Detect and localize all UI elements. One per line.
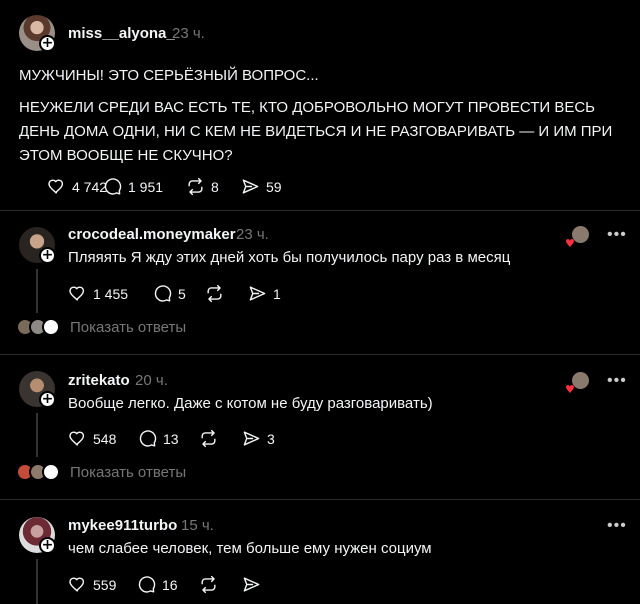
post-title: МУЖЧИНЫ! ЭТО СЕРЬЁЗНЫЙ ВОПРОС...	[19, 67, 319, 84]
repost-icon	[186, 177, 205, 196]
share-count: 3	[267, 430, 275, 447]
heart-icon	[68, 284, 87, 303]
like-button[interactable]: 1 455	[68, 284, 128, 303]
repost-button[interactable]	[199, 429, 218, 448]
thread-line	[36, 269, 38, 313]
share-count: 1	[273, 285, 281, 302]
like-count: 1 455	[93, 285, 129, 302]
show-replies-link[interactable]: Показать ответы	[70, 464, 186, 481]
divider	[0, 354, 640, 355]
divider	[0, 210, 640, 211]
like-count: 559	[93, 576, 117, 593]
avatar	[42, 318, 60, 336]
comment-text: Пляяять Я жду этих дней хоть бы получило…	[68, 249, 511, 266]
post-time: 23 ч.	[172, 25, 205, 42]
like-button[interactable]: 548	[68, 429, 116, 448]
send-icon	[242, 575, 261, 594]
reply-avatars[interactable]	[16, 463, 62, 483]
share-button[interactable]: 3	[242, 429, 275, 448]
post-body: НЕУЖЕЛИ СРЕДИ ВАС ЕСТЬ ТЕ, КТО ДОБРОВОЛЬ…	[19, 99, 613, 164]
comment-username[interactable]: zritekato	[68, 372, 130, 389]
follow-plus-icon[interactable]: +	[39, 391, 56, 408]
comment-time: 23 ч.	[236, 226, 269, 243]
comment-icon	[153, 284, 172, 303]
repost-button[interactable]: 8	[186, 177, 219, 196]
repost-icon	[199, 429, 218, 448]
post-username[interactable]: miss__alyona_	[68, 25, 175, 42]
share-button[interactable]: 1	[248, 284, 281, 303]
share-count: 59	[266, 178, 282, 195]
more-icon[interactable]: •••	[607, 372, 627, 390]
repost-icon	[205, 284, 224, 303]
repost-count: 8	[211, 178, 219, 195]
share-button[interactable]: 59	[241, 177, 282, 196]
reply-button[interactable]: 13	[138, 429, 179, 448]
thread-line	[36, 559, 38, 604]
like-count: 4 742	[72, 178, 108, 195]
repost-icon	[199, 575, 218, 594]
reply-count: 13	[163, 430, 179, 447]
reply-count: 5	[178, 285, 186, 302]
avatar	[42, 463, 60, 481]
reply-count: 1 951	[128, 178, 164, 195]
like-count: 548	[93, 430, 117, 447]
heart-icon: ♥	[565, 383, 575, 396]
like-button[interactable]: 559	[68, 575, 116, 594]
send-icon	[248, 284, 267, 303]
heart-icon	[68, 575, 87, 594]
comment-icon	[138, 429, 157, 448]
comment-icon	[103, 177, 122, 196]
reply-button[interactable]: 5	[153, 284, 186, 303]
comment-username[interactable]: mykee911turbo	[68, 517, 177, 534]
more-icon[interactable]: •••	[607, 226, 627, 244]
comment-text: чем слабее человек, тем больше ему нужен…	[68, 540, 432, 557]
show-replies-link[interactable]: Показать ответы	[70, 319, 186, 336]
reply-count: 16	[162, 576, 178, 593]
reply-button[interactable]: 16	[137, 575, 178, 594]
reply-avatars[interactable]	[16, 318, 62, 338]
comment-time: 15 ч.	[181, 517, 214, 534]
repost-button[interactable]	[199, 575, 218, 594]
divider	[0, 499, 640, 500]
follow-plus-icon[interactable]: +	[39, 537, 56, 554]
share-button[interactable]	[242, 575, 261, 594]
follow-plus-icon[interactable]: +	[39, 247, 56, 264]
heart-icon	[47, 177, 66, 196]
heart-icon	[68, 429, 87, 448]
comment-username[interactable]: crocodeal.moneymaker	[68, 226, 236, 243]
comment-text: Вообще легко. Даже с котом не буду разго…	[68, 395, 433, 412]
send-icon	[241, 177, 260, 196]
repost-button[interactable]	[205, 284, 224, 303]
more-icon[interactable]: •••	[607, 517, 627, 535]
like-button[interactable]: 4 742	[47, 177, 107, 196]
follow-plus-icon[interactable]: +	[39, 35, 56, 52]
reply-button[interactable]: 1 951	[103, 177, 163, 196]
heart-icon: ♥	[565, 237, 575, 250]
send-icon	[242, 429, 261, 448]
comment-icon	[137, 575, 156, 594]
comment-time: 20 ч.	[135, 372, 168, 389]
thread-line	[36, 413, 38, 457]
